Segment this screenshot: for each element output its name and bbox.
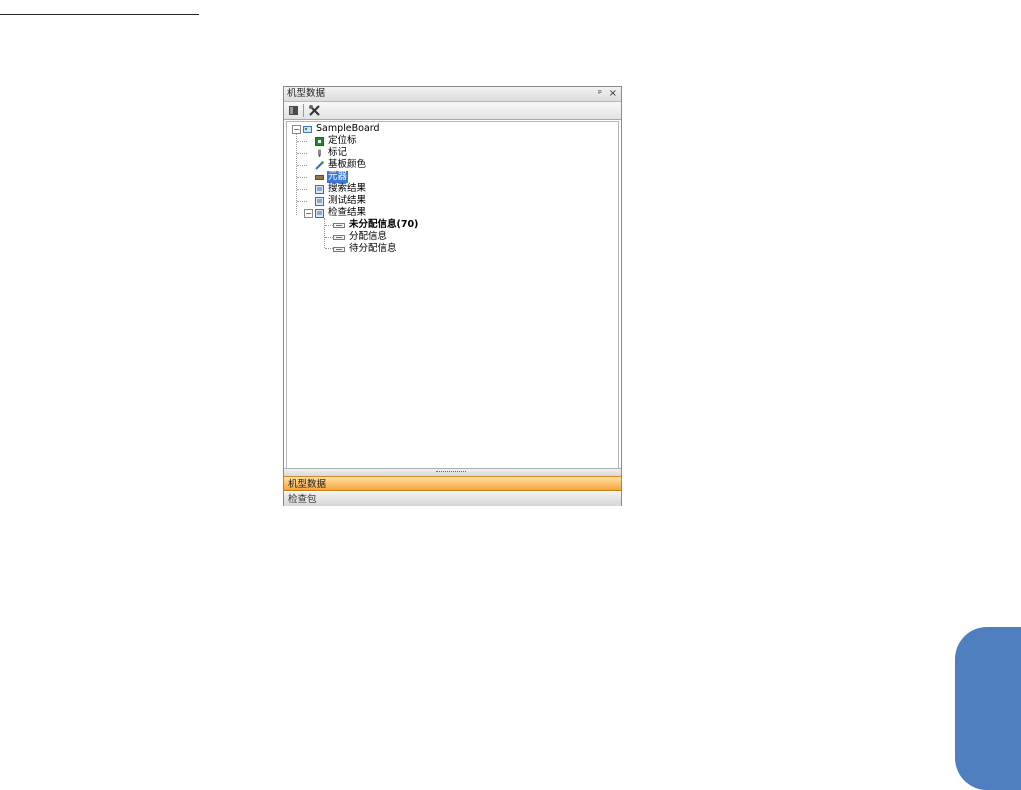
collapse-toggle-check-results[interactable]: −	[304, 209, 313, 218]
tree-connector	[297, 141, 307, 142]
tree-node-assigned-info[interactable]: 分配信息	[333, 231, 388, 243]
tree-node-label: 元器	[327, 171, 349, 183]
tree-node-components[interactable]: 元器	[315, 171, 349, 183]
panel-titlebar: 机型数据 ᵖ ×	[284, 87, 621, 102]
tools-button[interactable]	[308, 104, 322, 117]
tree-connector	[297, 153, 307, 154]
tree-node-label: 标记	[328, 147, 348, 158]
tree-node-label: 待分配信息	[349, 243, 397, 254]
tree-node-board-color[interactable]: 基板颜色	[315, 159, 367, 171]
panel-title: 机型数据	[287, 88, 326, 99]
info-row-icon	[333, 234, 345, 240]
tree-node-root[interactable]: SampleBoard	[303, 123, 381, 135]
close-icon[interactable]: ×	[609, 87, 617, 100]
tree-connector	[297, 189, 307, 190]
info-row-icon	[333, 222, 345, 228]
tree-node-label: 检查结果	[328, 207, 367, 218]
results-list-icon	[315, 208, 324, 218]
tree-node-search-results[interactable]: 搜索结果	[315, 183, 367, 195]
nav-tab-model-data[interactable]: 机型数据	[284, 476, 621, 491]
panel-toolbar	[284, 102, 621, 120]
tree-connector	[325, 225, 333, 226]
tree-node-label: 测试结果	[328, 195, 367, 206]
tree-node-unassigned-info[interactable]: 未分配信息(70)	[333, 219, 419, 231]
chapter-side-tab	[955, 627, 1021, 790]
tree-connector	[325, 248, 333, 249]
tree-node-mark[interactable]: 标记	[315, 147, 348, 159]
board-icon	[303, 125, 312, 133]
tree-connector	[297, 165, 307, 166]
tree-connector	[297, 201, 307, 202]
top-rule	[0, 14, 199, 15]
tree-connector	[325, 237, 333, 238]
open-model-button[interactable]	[287, 104, 301, 117]
tools-icon	[309, 105, 320, 116]
paint-brush-icon	[315, 160, 324, 170]
book-icon	[289, 106, 298, 115]
collapse-toggle-root[interactable]: −	[292, 125, 301, 134]
tree-connector	[324, 218, 325, 248]
nav-tab-inspection-package[interactable]: 检查包	[284, 492, 621, 506]
tree-connector	[297, 177, 307, 178]
model-tree: − SampleBoard 定位标 标记 基板颜色 元器 搜索结果 测试结果 −…	[286, 121, 619, 469]
info-row-icon	[333, 246, 345, 252]
tree-node-label: SampleBoard	[316, 123, 380, 134]
component-icon	[315, 174, 324, 180]
results-list-icon	[315, 196, 324, 206]
tree-node-label: 分配信息	[349, 231, 388, 242]
tree-node-label: 基板颜色	[328, 159, 367, 170]
mark-pin-icon	[318, 149, 321, 157]
pin-icon[interactable]: ᵖ	[598, 88, 602, 100]
tree-connector	[296, 131, 297, 215]
toolbar-separator	[303, 104, 304, 117]
results-list-icon	[315, 184, 324, 194]
tree-node-label: 未分配信息(70)	[349, 219, 419, 230]
tree-node-check-results[interactable]: 检查结果	[315, 207, 367, 219]
model-data-panel: 机型数据 ᵖ × − SampleBoard 定位标 标记 基板颜色 元器 搜索…	[283, 86, 622, 506]
fiducial-icon	[315, 136, 324, 146]
tree-node-test-results[interactable]: 测试结果	[315, 195, 367, 207]
tree-node-pending-info[interactable]: 待分配信息	[333, 243, 398, 255]
tree-node-fiducial[interactable]: 定位标	[315, 135, 358, 147]
tree-node-label: 搜索结果	[328, 183, 367, 194]
tree-node-label: 定位标	[328, 135, 357, 146]
splitter-grip	[436, 471, 466, 474]
